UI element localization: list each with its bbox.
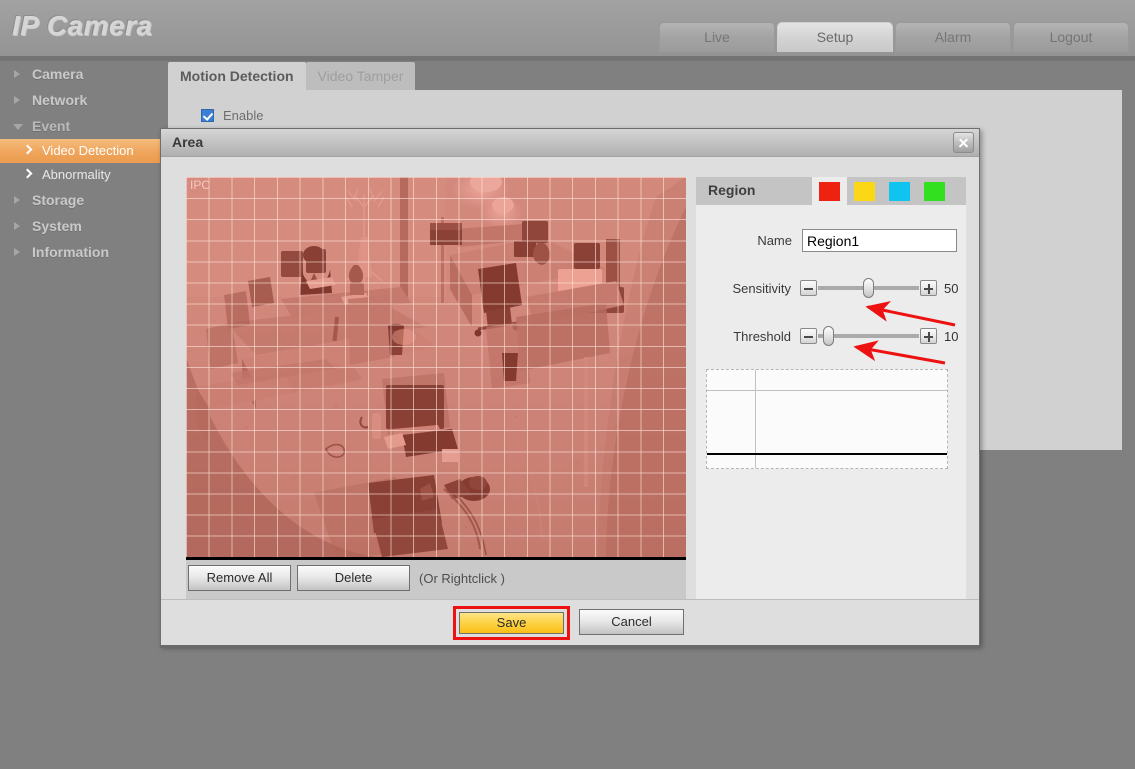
sensitivity-slider-track[interactable] [818, 278, 919, 298]
enable-label: Enable [223, 108, 264, 123]
sensitivity-slider-thumb[interactable] [863, 278, 874, 298]
sidebar-item-video-detection[interactable]: Video Detection [0, 139, 165, 163]
tab-motion-detection[interactable]: Motion Detection [168, 62, 306, 90]
threshold-slider-thumb[interactable] [823, 326, 834, 346]
sidebar: Camera Network Event Video Detection Abn… [0, 61, 165, 769]
sidebar-label-storage: Storage [32, 192, 85, 208]
sidebar-item-event[interactable]: Event [0, 113, 165, 139]
nav-tab-alarm[interactable]: Alarm [895, 22, 1011, 52]
sidebar-item-camera[interactable]: Camera [0, 61, 165, 87]
chevron-right-icon [24, 145, 30, 156]
dialog-titlebar: Area [161, 129, 979, 157]
motion-area-canvas[interactable]: IPC [186, 177, 686, 560]
nav-tab-setup[interactable]: Setup [777, 22, 893, 52]
sensitivity-row: Sensitivity 50 [696, 278, 966, 298]
swatch-cyan[interactable] [882, 177, 917, 205]
brand-ip: IP [12, 10, 39, 41]
dialog-title: Area [172, 134, 204, 150]
dialog-body: IPC Remove All Delete (Or Rightclick ) R… [161, 157, 979, 646]
swatch-yellow[interactable] [847, 177, 882, 205]
threshold-decrease-button[interactable] [800, 328, 817, 344]
dialog-bottom-shadow [160, 645, 980, 648]
dialog-footer: Save Cancel [161, 599, 979, 646]
rightclick-hint: (Or Rightclick ) [419, 571, 505, 586]
app-logo: IP Camera [12, 10, 152, 42]
sidebar-label-information: Information [32, 244, 109, 260]
camera-watermark: IPC [190, 178, 211, 192]
sidebar-label-video-detection: Video Detection [42, 143, 134, 158]
sensitivity-value: 50 [944, 280, 959, 296]
threshold-row: Threshold 10 [696, 326, 966, 346]
chevron-right-icon [14, 70, 20, 78]
chevron-down-icon [13, 124, 23, 130]
camera-scene [186, 177, 686, 557]
threshold-value: 10 [944, 328, 959, 344]
swatch-yellow-icon [854, 181, 875, 201]
close-icon[interactable] [953, 132, 974, 153]
sidebar-label-event: Event [32, 118, 71, 134]
region-name-row: Name [696, 229, 966, 252]
save-button[interactable]: Save [459, 612, 564, 634]
swatch-cyan-icon [889, 181, 910, 201]
sidebar-item-abnormality[interactable]: Abnormality [0, 163, 165, 187]
threshold-increase-button[interactable] [920, 328, 937, 344]
region-name-input[interactable] [802, 229, 957, 252]
swatch-red-icon [819, 181, 840, 201]
region-pane: Region Name Region1 Sensitivity 50 Thres… [696, 177, 966, 612]
threshold-label: Threshold [733, 328, 791, 344]
brand-camera: Camera [46, 10, 153, 41]
nav-tab-logout[interactable]: Logout [1013, 22, 1129, 52]
content-tabs: Motion Detection Video Tamper [168, 62, 416, 92]
sidebar-item-system[interactable]: System [0, 213, 165, 239]
swatch-red[interactable] [812, 177, 847, 205]
region-color-swatches [812, 177, 966, 205]
chevron-right-icon [14, 222, 20, 230]
motion-waveform-graph [706, 369, 948, 469]
sidebar-label-network: Network [32, 92, 88, 108]
chevron-right-icon [24, 169, 30, 180]
chevron-right-icon [14, 196, 20, 204]
remove-all-button[interactable]: Remove All [188, 565, 291, 591]
cancel-button[interactable]: Cancel [579, 609, 684, 635]
tab-video-tamper[interactable]: Video Tamper [305, 62, 416, 90]
sidebar-label-abnormality: Abnormality [42, 167, 111, 182]
sensitivity-decrease-button[interactable] [800, 280, 817, 296]
header-divider [0, 56, 1135, 61]
top-nav: Live Setup Alarm Logout [659, 22, 1129, 52]
graph-threshold-line [707, 453, 947, 455]
swatch-green-icon [924, 181, 945, 201]
nav-tab-live[interactable]: Live [659, 22, 775, 52]
video-pane: IPC Remove All Delete (Or Rightclick ) [186, 177, 686, 612]
enable-checkbox[interactable] [201, 109, 214, 122]
enable-row: Enable [201, 108, 263, 123]
area-dialog: Area IPC Remove All Delete (Or Rightclic… [160, 128, 980, 646]
swatch-green[interactable] [917, 177, 952, 205]
sidebar-label-system: System [32, 218, 82, 234]
sensitivity-increase-button[interactable] [920, 280, 937, 296]
sensitivity-label: Sensitivity [732, 280, 791, 296]
region-title: Region [696, 177, 812, 205]
sidebar-label-camera: Camera [32, 66, 84, 82]
save-button-highlight: Save [453, 606, 570, 640]
sidebar-item-network[interactable]: Network [0, 87, 165, 113]
delete-button[interactable]: Delete [297, 565, 410, 591]
region-header: Region [696, 177, 966, 205]
chevron-right-icon [14, 248, 20, 256]
app-header: IP Camera Live Setup Alarm Logout [0, 0, 1135, 57]
chevron-right-icon [14, 96, 20, 104]
sidebar-item-information[interactable]: Information [0, 239, 165, 265]
sidebar-item-storage[interactable]: Storage [0, 187, 165, 213]
threshold-slider-track[interactable] [818, 326, 919, 346]
region-name-label: Name [757, 233, 792, 248]
